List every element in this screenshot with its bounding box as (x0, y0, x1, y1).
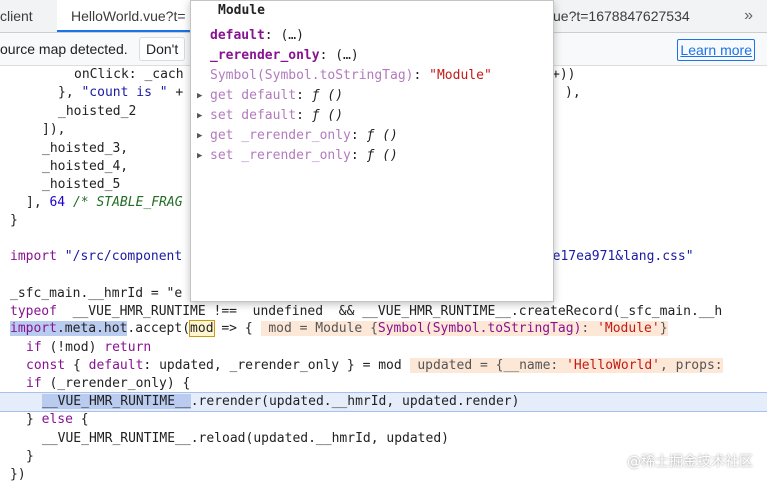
infobar-message: ource map detected. (0, 41, 128, 57)
more-tabs-icon[interactable]: » (744, 0, 753, 32)
accessor-row[interactable]: ▶ set default: ƒ () (197, 106, 343, 126)
accessor-row[interactable]: ▶ get _rerender_only: ƒ () (197, 126, 398, 146)
tab-helloworld-vue-timestamp[interactable]: ue?t=1678847627534 (553, 0, 690, 32)
code-line: } (10, 213, 18, 228)
code-line: onClick: _cach +)) (74, 67, 576, 82)
tab-helloworld-vue[interactable]: HelloWorld.vue?t= (57, 0, 200, 32)
tab-client[interactable]: client (0, 0, 33, 32)
code-line: if (_rerender_only) { (26, 376, 191, 391)
code-line: _sfc_main.__hmrId = "e (10, 286, 183, 301)
code-line: ]), (42, 122, 66, 137)
learn-more-link[interactable]: Learn more (677, 39, 755, 61)
code-line: if (!mod) return (26, 340, 152, 355)
property-row[interactable]: _rerender_only: (…) (210, 46, 359, 66)
code-line: } else { (26, 412, 89, 427)
code-line: } (26, 449, 34, 464)
accessor-row[interactable]: ▶ set _rerender_only: ƒ () (197, 146, 398, 166)
expand-triangle-icon[interactable]: ▶ (197, 146, 202, 166)
code-line: typeof __VUE_HMR_RUNTIME !== undefined &… (10, 304, 723, 319)
code-line: _hoisted_3, (42, 141, 129, 156)
expand-triangle-icon[interactable]: ▶ (197, 86, 202, 106)
code-line: _hoisted_4, (42, 159, 129, 174)
popover-title: Module (218, 3, 265, 18)
hovered-mod-token[interactable]: mod (189, 320, 215, 337)
code-line: }, "count is " +), (58, 85, 581, 100)
expand-triangle-icon[interactable]: ▶ (197, 126, 202, 146)
code-line: import.meta.hot.accept(mod => { mod = Mo… (10, 320, 668, 337)
property-row[interactable]: default: (…) (210, 26, 304, 46)
expand-triangle-icon[interactable]: ▶ (197, 106, 202, 126)
code-line: const { default: updated, _rerender_only… (26, 358, 723, 373)
property-row[interactable]: Symbol(Symbol.toStringTag): "Module" (210, 66, 492, 86)
code-line: _hoisted_5 (42, 177, 121, 192)
code-line: ], 64 /* STABLE_FRAG (26, 195, 183, 210)
dont-show-button[interactable]: Don't (139, 37, 186, 61)
code-line: __VUE_HMR_RUNTIME__.reload(updated.__hmr… (42, 431, 449, 446)
code-line: import "/src/component d=e17ea971&lang.cs… (10, 249, 694, 264)
accessor-row[interactable]: ▶ get default: ƒ () (197, 86, 343, 106)
code-line: }) (10, 467, 26, 482)
inline-value-mod: mod = Module {Symbol(Symbol.toStringTag)… (260, 321, 668, 336)
watermark: @稀土掘金技术社区 (627, 454, 753, 470)
object-preview-popover[interactable]: Module default: (…) _rerender_only: (…) … (190, 0, 554, 302)
code-line: _hoisted_2 (58, 104, 137, 119)
inline-value-updated: updated = {__name: 'HelloWorld', props: (409, 358, 723, 373)
code-line-current: __VUE_HMR_RUNTIME__.rerender(updated.__h… (42, 394, 520, 409)
